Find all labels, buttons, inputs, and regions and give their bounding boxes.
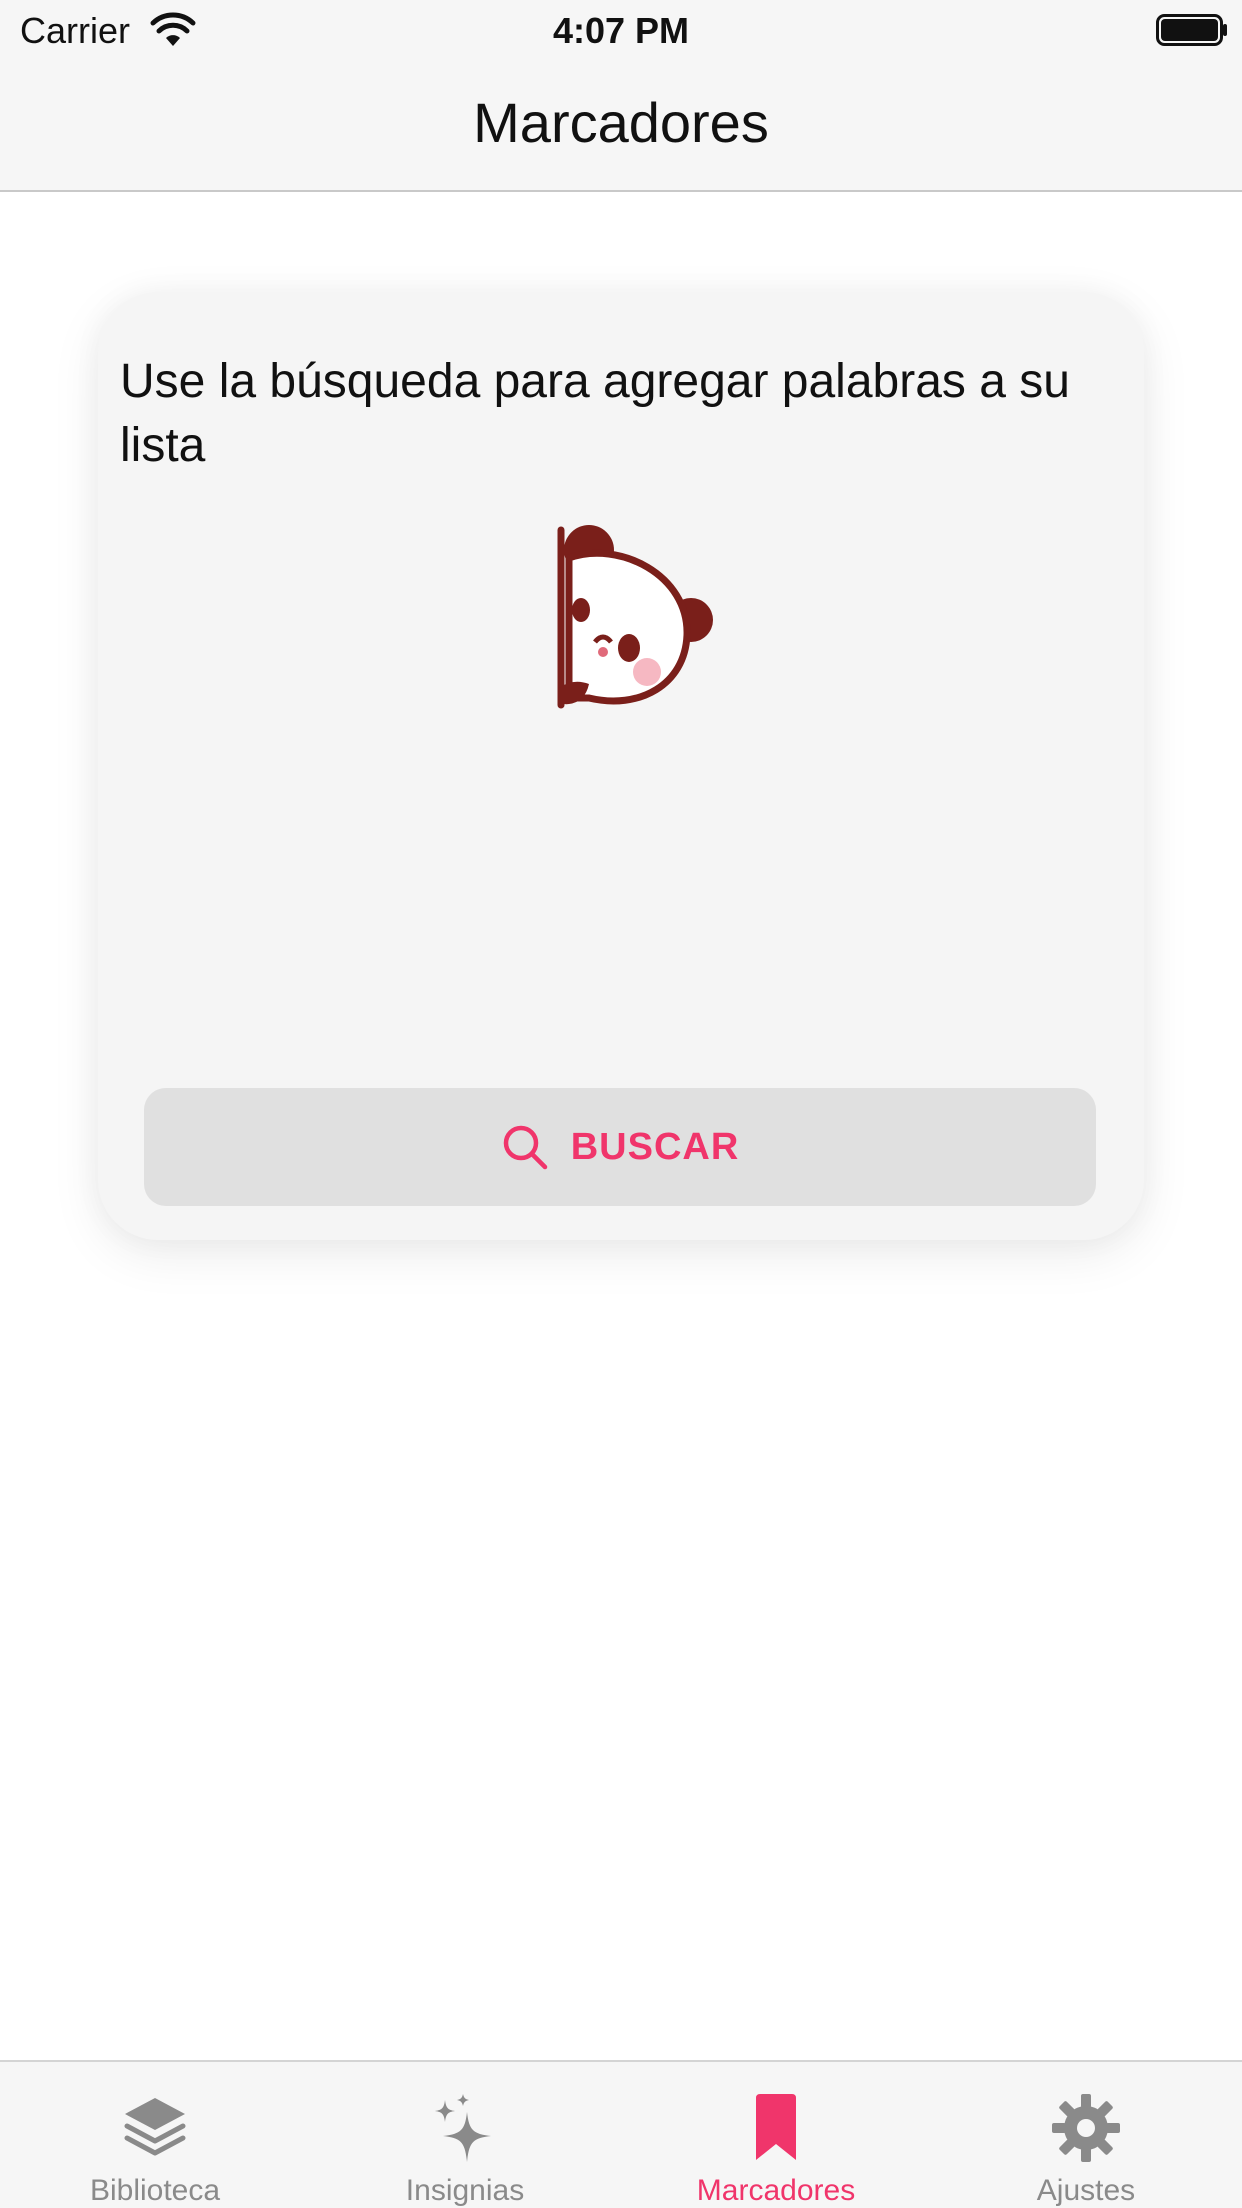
gear-icon	[1052, 2094, 1120, 2162]
tab-label-marcadores: Marcadores	[696, 2174, 856, 2207]
tab-label-biblioteca: Biblioteca	[89, 2174, 221, 2207]
tab-insignias[interactable]: Insignias	[310, 2062, 620, 2208]
empty-state-message: Use la búsqueda para agregar palabras a …	[120, 355, 1070, 472]
tab-marcadores[interactable]: Marcadores	[621, 2062, 931, 2208]
tab-bar: Biblioteca Insignias Marcadores Ajustes	[0, 2060, 1242, 2208]
empty-state-card: Use la búsqueda para agregar palabras a …	[98, 292, 1144, 1240]
status-bar: Carrier 4:07 PM	[0, 0, 1242, 62]
tab-biblioteca[interactable]: Biblioteca	[0, 2062, 310, 2208]
panda-illustration	[557, 525, 713, 709]
tab-ajustes[interactable]: Ajustes	[931, 2062, 1241, 2208]
search-button-label: BUSCAR	[570, 1125, 740, 1168]
status-time: 4:07 PM	[552, 10, 690, 51]
bookmark-icon	[756, 2094, 796, 2160]
tab-label-ajustes: Ajustes	[1036, 2174, 1136, 2207]
layers-icon	[124, 2098, 186, 2156]
search-button[interactable]: BUSCAR	[144, 1088, 1096, 1206]
battery-icon	[1156, 14, 1227, 46]
navigation-bar: Marcadores	[0, 62, 1242, 192]
sparkles-icon	[435, 2094, 491, 2162]
search-icon	[503, 1125, 547, 1170]
tab-label-insignias: Insignias	[405, 2174, 525, 2207]
page-title: Marcadores	[473, 91, 769, 154]
